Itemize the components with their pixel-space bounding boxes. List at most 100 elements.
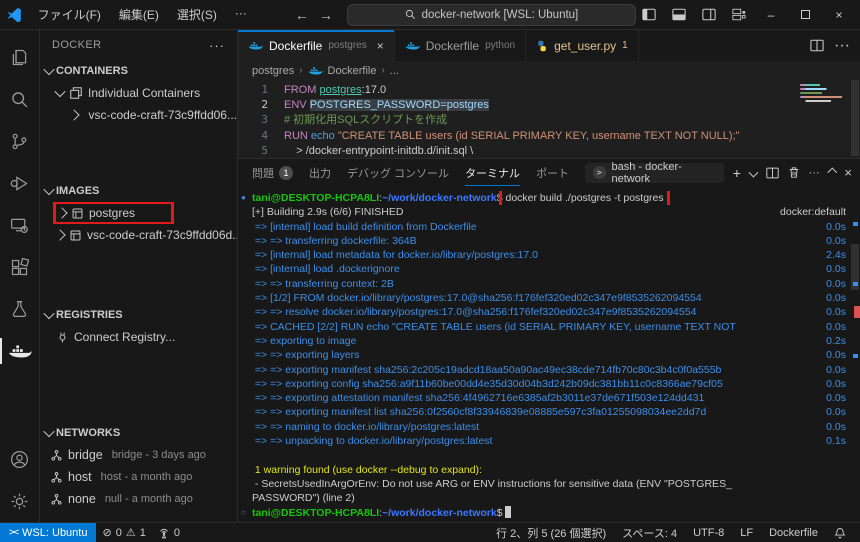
- back-icon[interactable]: ←: [295, 7, 309, 23]
- code-text: RUN echo "CREATE TABLE users (id SERIAL …: [284, 128, 740, 143]
- panel-more-icon[interactable]: ···: [809, 167, 820, 179]
- maximize-button[interactable]: [790, 2, 820, 28]
- remote-explorer-icon[interactable]: [0, 204, 40, 246]
- status-item[interactable]: UTF-8: [687, 527, 730, 539]
- status-bar: >< WSL: Ubuntu ⊘ 0 ⚠ 1 0 行 2、列 5 (26 個選択…: [0, 522, 860, 542]
- source-control-icon[interactable]: [0, 120, 40, 162]
- status-item[interactable]: 行 2、列 5 (26 個選択): [490, 525, 612, 541]
- breadcrumb[interactable]: postgres›Dockerfile›...: [238, 61, 860, 80]
- toggle-secondary-sidebar-icon[interactable]: [696, 3, 722, 27]
- network-item-host[interactable]: hosthost - a month ago: [40, 466, 237, 488]
- section-containers[interactable]: CONTAINERS: [40, 60, 237, 82]
- terminal-text: => exporting to image: [252, 334, 812, 348]
- docker-icon[interactable]: [0, 330, 40, 372]
- status-item[interactable]: LF: [734, 527, 759, 539]
- toggle-panel-icon[interactable]: [666, 3, 692, 27]
- new-terminal-icon[interactable]: +: [733, 165, 741, 181]
- maximize-panel-icon[interactable]: [827, 168, 837, 178]
- tab-dockerfile[interactable]: Dockerfilepython: [395, 30, 526, 61]
- terminal-dropdown-icon[interactable]: [748, 168, 758, 178]
- section-registries[interactable]: REGISTRIES: [40, 304, 237, 326]
- ports-status[interactable]: 0: [152, 527, 186, 539]
- notifications-bell-icon[interactable]: [828, 527, 852, 539]
- step-duration: 0.1s: [812, 434, 846, 448]
- extensions-icon[interactable]: [0, 246, 40, 288]
- code-text: # 初期化用SQLスクリプトを作成: [284, 112, 447, 127]
- testing-icon[interactable]: [0, 288, 40, 330]
- section-networks[interactable]: NETWORKS: [40, 422, 237, 444]
- account-icon[interactable]: [0, 438, 40, 480]
- run-debug-icon[interactable]: [0, 162, 40, 204]
- split-terminal-icon[interactable]: [766, 167, 779, 179]
- menu-item[interactable]: 選択(S): [169, 3, 225, 26]
- tab-dockerfile[interactable]: Dockerfilepostgres×: [238, 30, 395, 61]
- line-number: 4: [238, 128, 268, 143]
- breadcrumb-item[interactable]: ...: [390, 65, 399, 77]
- tree-item-postgres[interactable]: postgres: [40, 202, 237, 224]
- menu-item[interactable]: ファイル(F): [30, 3, 109, 26]
- network-item-bridge[interactable]: bridgebridge - 3 days ago: [40, 444, 237, 466]
- explorer-icon[interactable]: [0, 36, 40, 78]
- tree-item-individual-containers[interactable]: Individual Containers: [40, 82, 237, 104]
- split-editor-icon[interactable]: [810, 39, 824, 52]
- editor-tabs: Dockerfilepostgres×Dockerfilepythonget_u…: [238, 30, 860, 61]
- remote-indicator[interactable]: >< WSL: Ubuntu: [0, 523, 96, 542]
- editor-scrollbar[interactable]: [850, 80, 860, 156]
- status-item[interactable]: スペース: 4: [616, 525, 683, 541]
- command-decoration-icon[interactable]: ●: [241, 191, 246, 205]
- breadcrumb-item[interactable]: postgres: [252, 65, 294, 77]
- terminal-text: => [internal] load metadata for docker.i…: [252, 248, 812, 262]
- section-images[interactable]: IMAGES: [40, 180, 237, 202]
- chevron-right-icon: [68, 109, 79, 120]
- terminal-scrollbar[interactable]: [850, 186, 860, 522]
- terminal-text: 1 warning found (use docker --debug to e…: [252, 463, 846, 477]
- menu-item[interactable]: ···: [227, 3, 255, 26]
- terminal-line: - SecretsUsedInArgOrEnv: Do not use ARG …: [252, 477, 846, 491]
- code-editor[interactable]: 1FROM postgres:17.02ENV POSTGRES_PASSWOR…: [238, 80, 860, 158]
- panel-tab-label: ポート: [536, 165, 569, 181]
- panel-tab-ターミナル[interactable]: ターミナル: [465, 159, 520, 186]
- settings-gear-icon[interactable]: [0, 480, 40, 522]
- panel-tab-出力[interactable]: 出力: [309, 159, 331, 186]
- close-panel-icon[interactable]: ×: [844, 165, 852, 180]
- panel-tab-ポート[interactable]: ポート: [536, 159, 569, 186]
- minimap[interactable]: [796, 82, 848, 154]
- tab-get-user-py[interactable]: get_user.py1: [526, 30, 639, 61]
- kill-terminal-icon[interactable]: [788, 166, 800, 179]
- panel-tab-問題[interactable]: 問題1: [252, 159, 293, 186]
- terminal-cursor: [505, 506, 511, 518]
- sidebar-more-icon[interactable]: ···: [209, 38, 225, 53]
- activity-bar: [0, 30, 40, 522]
- editor-more-icon[interactable]: ···: [834, 37, 850, 55]
- status-item[interactable]: Dockerfile: [763, 527, 824, 539]
- search-icon[interactable]: [0, 78, 40, 120]
- network-item-none[interactable]: nonenull - a month ago: [40, 488, 237, 510]
- tree-item-vsc-code-craft-73c9ffdd06d-[interactable]: vsc-code-craft-73c9ffdd06d...: [40, 224, 237, 246]
- customize-layout-icon[interactable]: [726, 3, 752, 27]
- ports-icon: [158, 527, 170, 539]
- command-decoration-icon[interactable]: ○: [241, 506, 246, 520]
- problems-status[interactable]: ⊘ 0 ⚠ 1: [96, 526, 151, 539]
- panel-tab-デバッグ コンソール[interactable]: デバッグ コンソール: [347, 159, 449, 186]
- tab-label: get_user.py: [554, 39, 616, 53]
- connect-registry-item[interactable]: Connect Registry...: [40, 326, 237, 348]
- command-center-search[interactable]: docker-network [WSL: Ubuntu]: [347, 4, 636, 26]
- forward-icon[interactable]: →: [319, 7, 333, 23]
- terminal-text: => => exporting manifest sha256:2c205c19…: [252, 363, 812, 377]
- terminal-text: => [1/2] FROM docker.io/library/postgres…: [252, 291, 812, 305]
- tree-item-container[interactable]: vsc-code-craft-73c9ffdd06...: [40, 104, 237, 126]
- minimize-button[interactable]: –: [756, 2, 786, 28]
- terminal-line: => [internal] load build definition from…: [252, 220, 846, 234]
- code-line: 5 > /docker-entrypoint-initdb.d/init.sql…: [238, 143, 860, 158]
- close-tab-icon[interactable]: ×: [377, 39, 384, 53]
- code-line: 3# 初期化用SQLスクリプトを作成: [238, 112, 860, 127]
- toggle-primary-sidebar-icon[interactable]: [636, 3, 662, 27]
- breadcrumb-item[interactable]: Dockerfile: [328, 65, 377, 77]
- menu-item[interactable]: 編集(E): [111, 3, 167, 26]
- panel-tab-label: 問題: [252, 165, 274, 181]
- docker-file-icon: [248, 40, 263, 51]
- close-window-button[interactable]: ×: [824, 2, 854, 28]
- step-duration: 0.0s: [812, 348, 846, 362]
- terminal-profile-select[interactable]: > bash - docker-network: [585, 163, 724, 183]
- terminal-output[interactable]: ●tani@DESKTOP-HCPA8LI:~/work/docker-netw…: [238, 186, 860, 522]
